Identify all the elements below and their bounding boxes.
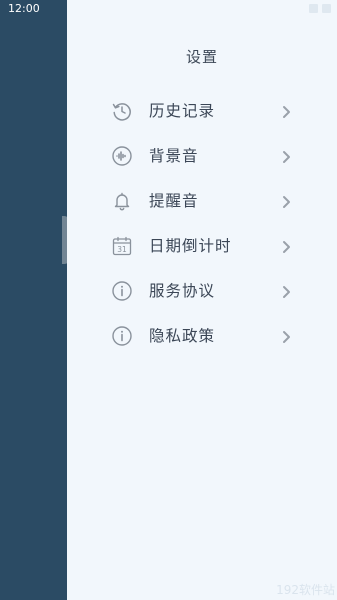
- menu-item-service-agreement[interactable]: 服务协议: [67, 269, 337, 314]
- calendar-icon: 31: [111, 235, 133, 257]
- chevron-right-icon: [279, 239, 293, 253]
- signal-icon: [309, 4, 318, 13]
- chevron-right-icon: [279, 104, 293, 118]
- menu-item-background-sound[interactable]: 背景音: [67, 134, 337, 179]
- menu-item-reminder-sound[interactable]: 提醒音: [67, 179, 337, 224]
- menu-item-history[interactable]: 历史记录: [67, 89, 337, 134]
- status-icons: [309, 4, 331, 13]
- chevron-right-icon: [279, 194, 293, 208]
- drawer-scrim[interactable]: [0, 0, 67, 600]
- menu-item-privacy-policy[interactable]: 隐私政策: [67, 314, 337, 359]
- menu-item-label: 历史记录: [149, 102, 216, 120]
- watermark: 192软件站: [276, 583, 335, 597]
- screen: 12:00 设置 历史记录 背景音 提醒音 31 日期倒计时 服务协议 隐私政策…: [0, 0, 337, 600]
- status-bar: 12:00: [0, 0, 337, 18]
- sound-wave-icon: [111, 145, 133, 167]
- menu-item-date-countdown[interactable]: 31 日期倒计时: [67, 224, 337, 269]
- status-time: 12:00: [8, 2, 40, 15]
- chevron-right-icon: [279, 149, 293, 163]
- menu-item-label: 背景音: [149, 147, 199, 165]
- chevron-right-icon: [279, 284, 293, 298]
- chevron-right-icon: [279, 329, 293, 343]
- info-icon: [111, 325, 133, 347]
- info-icon: [111, 280, 133, 302]
- menu-item-label: 隐私政策: [149, 327, 216, 345]
- settings-menu: 历史记录 背景音 提醒音 31 日期倒计时 服务协议 隐私政策: [67, 89, 337, 359]
- bell-icon: [111, 190, 133, 212]
- panel-title: 设置: [185, 48, 218, 66]
- history-icon: [111, 100, 133, 122]
- settings-drawer: 设置 历史记录 背景音 提醒音 31 日期倒计时 服务协议 隐私政策 192软件…: [67, 0, 337, 600]
- menu-item-label: 服务协议: [149, 282, 216, 300]
- battery-icon: [322, 4, 331, 13]
- menu-item-label: 提醒音: [149, 192, 199, 210]
- menu-item-label: 日期倒计时: [149, 237, 232, 255]
- calendar-day-number: 31: [117, 245, 127, 254]
